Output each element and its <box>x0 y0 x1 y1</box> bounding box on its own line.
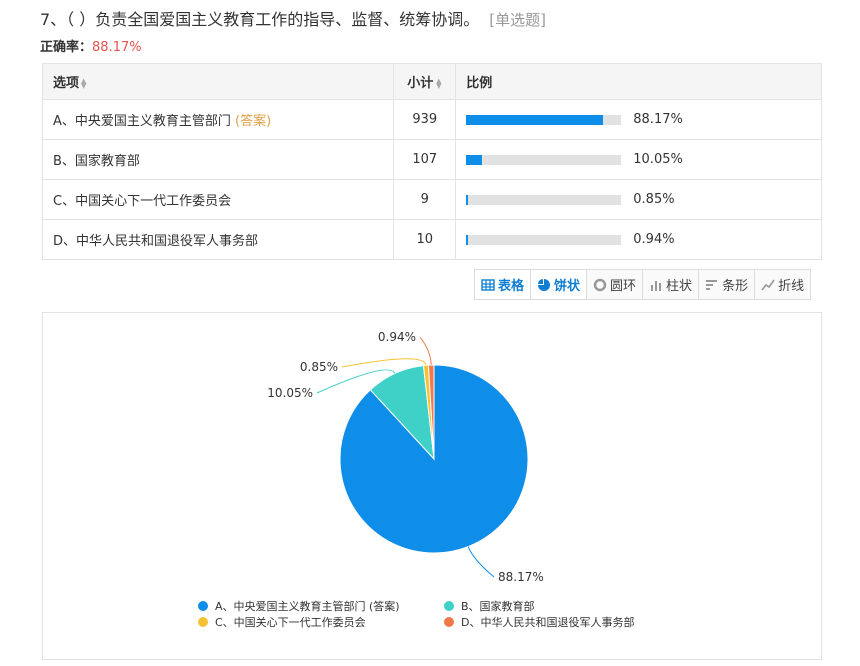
data-label: 88.17% <box>498 570 544 584</box>
stats-table: 选项 ▲▼ 小计 ▲▼ 比例 A、中央爱国主义教育主管部门 (答案) 939 88.… <box>41 63 822 260</box>
data-label: 0.94% <box>378 330 416 344</box>
progress-bar-track <box>466 114 622 125</box>
line-view-button[interactable]: 折线 <box>754 269 812 300</box>
column-view-button[interactable]: 柱状 <box>642 269 700 300</box>
legend-label[interactable]: C、中国关心下一代工作委员会 <box>215 615 366 629</box>
legend-marker[interactable] <box>444 617 454 627</box>
percent-label: 88.17% <box>633 112 683 127</box>
progress-bar-fill <box>466 114 603 125</box>
count-cell: 939 <box>393 99 457 140</box>
bar-icon <box>706 279 718 290</box>
percent-label: 10.05% <box>633 152 683 167</box>
question-text: 7、（ ）负责全国爱国主义教育工作的指导、监督、统筹协调。 <box>40 10 480 29</box>
chart-panel: 88.17% 10.05% 0.85% 0.94% A、中央爱国主义教育主管部门 (答案… <box>42 312 822 660</box>
percent-label: 0.85% <box>633 192 675 207</box>
line-icon <box>761 279 775 290</box>
accuracy-label: 正确率： <box>40 40 93 55</box>
ratio-cell: 0.94% <box>455 219 822 260</box>
pie-view-button[interactable]: 饼状 <box>530 269 588 300</box>
data-label: 0.85% <box>300 360 338 374</box>
sort-icon[interactable]: ▲▼ <box>435 77 442 89</box>
header-ratio: 比例 <box>455 63 822 100</box>
option-cell: A、中央爱国主义教育主管部门 (答案) <box>41 99 395 140</box>
table-icon <box>481 278 495 291</box>
table-header-row: 选项 ▲▼ 小计 ▲▼ 比例 <box>41 63 822 100</box>
bar-view-button[interactable]: 条形 <box>698 269 756 300</box>
progress-bar-fill <box>466 234 469 245</box>
legend-label[interactable]: A、中央爱国主义教育主管部门 (答案) <box>215 599 400 613</box>
legend-marker[interactable] <box>198 617 208 627</box>
pie-chart: 88.17% 10.05% 0.85% 0.94% A、中央爱国主义教育主管部门 (答案… <box>198 330 634 629</box>
question-title: 7、（ ）负责全国爱国主义教育工作的指导、监督、统筹协调。 [单选题] <box>40 6 546 30</box>
accuracy-row: 正确率：88.17% <box>40 36 142 55</box>
count-cell: 9 <box>393 179 457 220</box>
label-leader-line <box>467 546 495 578</box>
legend-marker[interactable] <box>198 601 208 611</box>
legend-label[interactable]: B、国家教育部 <box>461 599 535 613</box>
accuracy-value: 88.17% <box>92 40 142 55</box>
question-type-tag: [单选题] <box>489 11 546 29</box>
label-leader-line <box>341 358 427 368</box>
data-label: 10.05% <box>267 386 313 400</box>
ratio-cell: 10.05% <box>455 139 822 180</box>
count-cell: 10 <box>393 219 457 260</box>
table-row: C、中国关心下一代工作委员会 9 0.85% <box>41 179 822 220</box>
header-count[interactable]: 小计 ▲▼ <box>393 63 457 100</box>
count-cell: 107 <box>393 139 457 180</box>
answer-tag: (答案) <box>235 114 272 129</box>
percent-label: 0.94% <box>633 232 675 247</box>
option-cell: D、中华人民共和国退役军人事务部 <box>41 219 395 260</box>
legend-marker[interactable] <box>444 601 454 611</box>
pie-icon <box>538 278 551 291</box>
chart-type-toolbar: 表格 饼状 圆环 柱状 条形 折线 <box>474 269 812 300</box>
progress-bar-fill <box>466 194 469 205</box>
sort-icon[interactable]: ▲▼ <box>81 77 88 89</box>
progress-bar-track <box>466 194 622 205</box>
header-option[interactable]: 选项 ▲▼ <box>41 63 395 100</box>
ring-view-button[interactable]: 圆环 <box>586 269 644 300</box>
table-row: B、国家教育部 107 10.05% <box>41 139 822 180</box>
progress-bar-track <box>466 154 622 165</box>
ring-icon <box>593 278 607 291</box>
ratio-cell: 88.17% <box>455 99 822 140</box>
option-cell: B、国家教育部 <box>41 139 395 180</box>
progress-bar-track <box>466 234 622 245</box>
table-row: D、中华人民共和国退役军人事务部 10 0.94% <box>41 219 822 260</box>
ratio-cell: 0.85% <box>455 179 822 220</box>
table-row: A、中央爱国主义教育主管部门 (答案) 939 88.17% <box>41 99 822 140</box>
progress-bar-fill <box>466 154 482 165</box>
column-icon <box>651 280 662 291</box>
table-view-button[interactable]: 表格 <box>474 269 532 300</box>
option-cell: C、中国关心下一代工作委员会 <box>41 179 395 220</box>
legend-label[interactable]: D、中华人民共和国退役军人事务部 <box>461 615 634 629</box>
